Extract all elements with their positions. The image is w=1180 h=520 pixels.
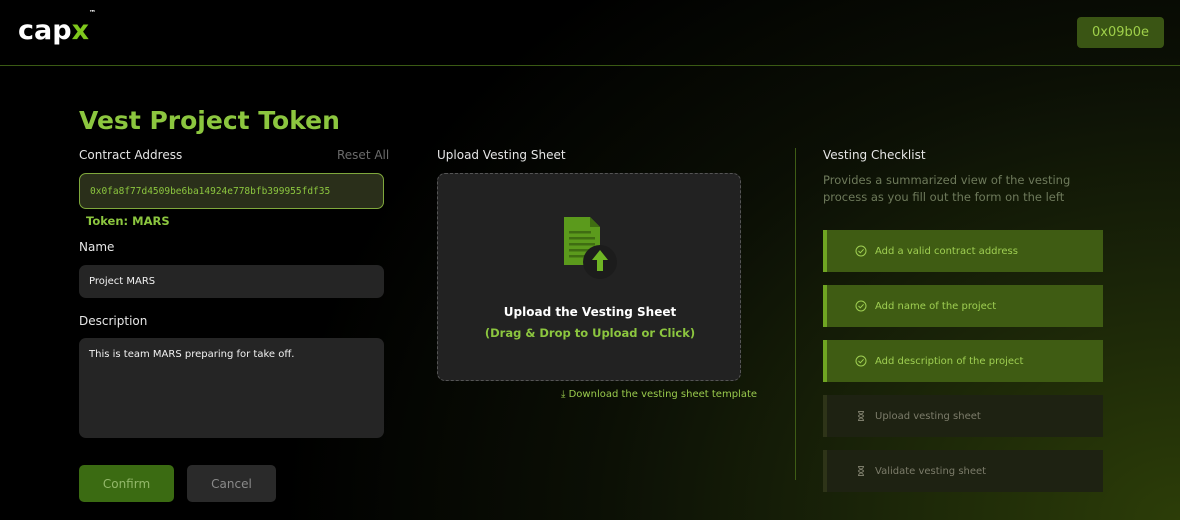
checklist-title: Vesting Checklist [823, 148, 926, 162]
wallet-address-button[interactable]: 0x09b0e [1077, 17, 1164, 48]
contract-address-label: Contract Address [79, 148, 183, 162]
download-icon: ⤓ [561, 389, 566, 400]
top-bar: capx™ 0x09b0e [0, 0, 1180, 66]
capx-logo[interactable]: capx™ [18, 9, 96, 46]
confirm-button[interactable]: Confirm [79, 465, 174, 502]
description-textarea[interactable]: This is team MARS preparing for take off… [79, 338, 384, 438]
check-circle-icon [855, 300, 867, 312]
upload-section-label: Upload Vesting Sheet [437, 148, 566, 162]
file-upload-icon [564, 217, 617, 279]
checklist-item-upload: Upload vesting sheet [823, 395, 1103, 437]
name-input[interactable]: Project MARS [79, 265, 384, 298]
logo-text: cap [18, 15, 72, 46]
checklist-item-label: Upload vesting sheet [875, 410, 981, 422]
checklist-item-name: Add name of the project [823, 285, 1103, 327]
hourglass-icon [855, 410, 867, 422]
checklist-item-label: Add description of the project [875, 355, 1024, 367]
logo-x: x [71, 15, 89, 46]
download-label: Download the vesting sheet template [568, 389, 758, 400]
token-label: Token: MARS [86, 214, 170, 228]
reset-all-link[interactable]: Reset All [337, 148, 389, 162]
checklist-item-label: Add name of the project [875, 300, 997, 312]
logo-trademark: ™ [88, 9, 96, 17]
checklist-description: Provides a summarized view of the vestin… [823, 173, 1071, 204]
name-label: Name [79, 240, 115, 254]
section-divider [795, 148, 796, 480]
checklist-item-description: Add description of the project [823, 340, 1103, 382]
page-title: Vest Project Token [79, 106, 340, 135]
download-template-link[interactable]: ⤓ Download the vesting sheet template [561, 389, 757, 400]
cancel-button[interactable]: Cancel [187, 465, 276, 502]
upload-subtitle: (Drag & Drop to Upload or Click) [484, 326, 696, 340]
checklist-item-label: Add a valid contract address [875, 245, 1018, 257]
check-circle-icon [855, 355, 867, 367]
checklist-item-validate: Validate vesting sheet [823, 450, 1103, 492]
upload-dropzone[interactable]: Upload the Vesting Sheet (Drag & Drop to… [437, 173, 741, 381]
contract-address-input[interactable]: 0x0fa8f77d4509be6ba14924e778bfb399955fdf… [79, 173, 384, 209]
upload-title: Upload the Vesting Sheet [503, 305, 677, 319]
hourglass-icon [855, 465, 867, 477]
checklist-item-label: Validate vesting sheet [875, 465, 987, 477]
check-circle-icon [855, 245, 867, 257]
description-label: Description [79, 314, 148, 328]
checklist-item-contract: Add a valid contract address [823, 230, 1103, 272]
